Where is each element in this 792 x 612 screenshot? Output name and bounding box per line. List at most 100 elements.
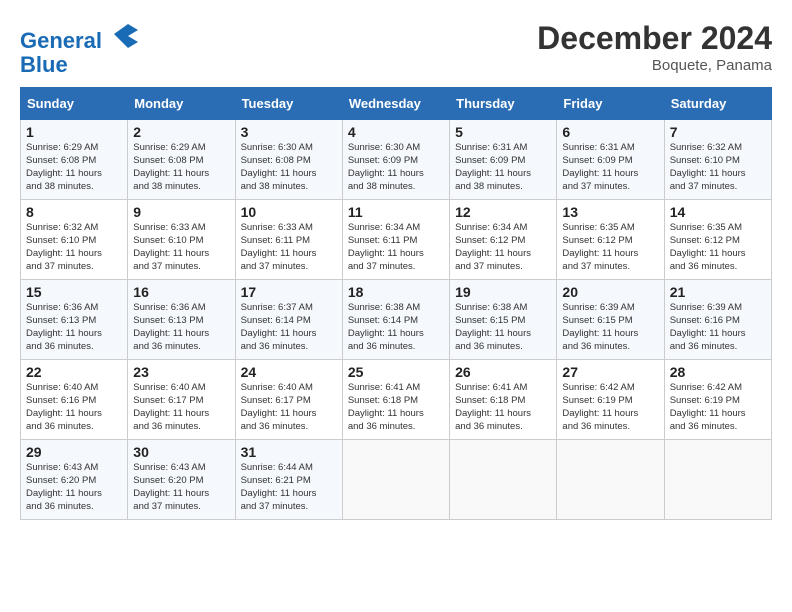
logo-blue: Blue xyxy=(20,52,68,77)
calendar-cell: 13 Sunrise: 6:35 AM Sunset: 6:12 PM Dayli… xyxy=(557,200,664,280)
header-thursday: Thursday xyxy=(450,88,557,120)
calendar-cell: 2 Sunrise: 6:29 AM Sunset: 6:08 PM Daylig… xyxy=(128,120,235,200)
day-info: Sunrise: 6:40 AM Sunset: 6:17 PM Dayligh… xyxy=(241,382,337,433)
day-number: 3 xyxy=(241,124,337,140)
day-number: 22 xyxy=(26,364,122,380)
day-number: 20 xyxy=(562,284,658,300)
day-info: Sunrise: 6:30 AM Sunset: 6:08 PM Dayligh… xyxy=(241,142,337,193)
calendar-cell: 22 Sunrise: 6:40 AM Sunset: 6:16 PM Dayli… xyxy=(21,360,128,440)
calendar-cell: 24 Sunrise: 6:40 AM Sunset: 6:17 PM Dayli… xyxy=(235,360,342,440)
day-info: Sunrise: 6:43 AM Sunset: 6:20 PM Dayligh… xyxy=(26,462,122,513)
day-number: 23 xyxy=(133,364,229,380)
calendar-cell: 4 Sunrise: 6:30 AM Sunset: 6:09 PM Daylig… xyxy=(342,120,449,200)
calendar-cell: 7 Sunrise: 6:32 AM Sunset: 6:10 PM Daylig… xyxy=(664,120,771,200)
day-info: Sunrise: 6:37 AM Sunset: 6:14 PM Dayligh… xyxy=(241,302,337,353)
day-info: Sunrise: 6:32 AM Sunset: 6:10 PM Dayligh… xyxy=(670,142,766,193)
day-info: Sunrise: 6:36 AM Sunset: 6:13 PM Dayligh… xyxy=(26,302,122,353)
day-info: Sunrise: 6:38 AM Sunset: 6:15 PM Dayligh… xyxy=(455,302,551,353)
calendar-cell: 17 Sunrise: 6:37 AM Sunset: 6:14 PM Dayli… xyxy=(235,280,342,360)
day-number: 29 xyxy=(26,444,122,460)
page-header: General Blue December 2024 Boquete, Pana… xyxy=(20,20,772,77)
day-number: 17 xyxy=(241,284,337,300)
day-info: Sunrise: 6:31 AM Sunset: 6:09 PM Dayligh… xyxy=(562,142,658,193)
day-number: 2 xyxy=(133,124,229,140)
calendar-header-row: Sunday Monday Tuesday Wednesday Thursday… xyxy=(21,88,772,120)
day-number: 28 xyxy=(670,364,766,380)
day-number: 19 xyxy=(455,284,551,300)
logo-general: General xyxy=(20,28,102,53)
calendar-cell: 8 Sunrise: 6:32 AM Sunset: 6:10 PM Daylig… xyxy=(21,200,128,280)
calendar-week-row: 15Sunrise: 6:36 AM Sunset: 6:13 PM Dayli… xyxy=(21,280,772,360)
calendar-cell: 27 Sunrise: 6:42 AM Sunset: 6:19 PM Dayli… xyxy=(557,360,664,440)
day-info: Sunrise: 6:42 AM Sunset: 6:19 PM Dayligh… xyxy=(670,382,766,433)
day-info: Sunrise: 6:32 AM Sunset: 6:10 PM Dayligh… xyxy=(26,222,122,273)
calendar-cell: 16 Sunrise: 6:36 AM Sunset: 6:13 PM Dayli… xyxy=(128,280,235,360)
header-saturday: Saturday xyxy=(664,88,771,120)
calendar-cell: 25Sunrise: 6:41 AM Sunset: 6:18 PM Dayli… xyxy=(342,360,449,440)
day-number: 26 xyxy=(455,364,551,380)
logo-bird-icon xyxy=(110,20,142,48)
calendar-week-row: 29 Sunrise: 6:43 AM Sunset: 6:20 PM Dayli… xyxy=(21,440,772,520)
day-number: 27 xyxy=(562,364,658,380)
day-info: Sunrise: 6:35 AM Sunset: 6:12 PM Dayligh… xyxy=(670,222,766,273)
calendar-cell: 23Sunrise: 6:40 AM Sunset: 6:17 PM Dayli… xyxy=(128,360,235,440)
calendar-cell: 18 Sunrise: 6:38 AM Sunset: 6:14 PM Dayli… xyxy=(342,280,449,360)
day-number: 4 xyxy=(348,124,444,140)
calendar-cell: 9 Sunrise: 6:33 AM Sunset: 6:10 PM Daylig… xyxy=(128,200,235,280)
header-sunday: Sunday xyxy=(21,88,128,120)
day-info: Sunrise: 6:36 AM Sunset: 6:13 PM Dayligh… xyxy=(133,302,229,353)
calendar-cell xyxy=(342,440,449,520)
day-info: Sunrise: 6:30 AM Sunset: 6:09 PM Dayligh… xyxy=(348,142,444,193)
day-info: Sunrise: 6:41 AM Sunset: 6:18 PM Dayligh… xyxy=(455,382,551,433)
day-number: 6 xyxy=(562,124,658,140)
day-number: 12 xyxy=(455,204,551,220)
day-info: Sunrise: 6:29 AM Sunset: 6:08 PM Dayligh… xyxy=(133,142,229,193)
calendar-cell: 3 Sunrise: 6:30 AM Sunset: 6:08 PM Daylig… xyxy=(235,120,342,200)
header-monday: Monday xyxy=(128,88,235,120)
header-wednesday: Wednesday xyxy=(342,88,449,120)
calendar-week-row: 8 Sunrise: 6:32 AM Sunset: 6:10 PM Daylig… xyxy=(21,200,772,280)
day-number: 16 xyxy=(133,284,229,300)
calendar-cell: 6 Sunrise: 6:31 AM Sunset: 6:09 PM Daylig… xyxy=(557,120,664,200)
day-info: Sunrise: 6:39 AM Sunset: 6:15 PM Dayligh… xyxy=(562,302,658,353)
calendar-cell: 30Sunrise: 6:43 AM Sunset: 6:20 PM Dayli… xyxy=(128,440,235,520)
day-info: Sunrise: 6:38 AM Sunset: 6:14 PM Dayligh… xyxy=(348,302,444,353)
day-info: Sunrise: 6:34 AM Sunset: 6:11 PM Dayligh… xyxy=(348,222,444,273)
calendar-week-row: 1 Sunrise: 6:29 AM Sunset: 6:08 PM Daylig… xyxy=(21,120,772,200)
header-tuesday: Tuesday xyxy=(235,88,342,120)
day-number: 7 xyxy=(670,124,766,140)
calendar-cell: 12Sunrise: 6:34 AM Sunset: 6:12 PM Dayli… xyxy=(450,200,557,280)
calendar-cell: 14 Sunrise: 6:35 AM Sunset: 6:12 PM Dayli… xyxy=(664,200,771,280)
day-info: Sunrise: 6:29 AM Sunset: 6:08 PM Dayligh… xyxy=(26,142,122,193)
day-number: 14 xyxy=(670,204,766,220)
calendar-cell: 10 Sunrise: 6:33 AM Sunset: 6:11 PM Dayli… xyxy=(235,200,342,280)
calendar-cell: 11 Sunrise: 6:34 AM Sunset: 6:11 PM Dayli… xyxy=(342,200,449,280)
header-friday: Friday xyxy=(557,88,664,120)
day-number: 18 xyxy=(348,284,444,300)
day-info: Sunrise: 6:44 AM Sunset: 6:21 PM Dayligh… xyxy=(241,462,337,513)
day-number: 8 xyxy=(26,204,122,220)
day-info: Sunrise: 6:40 AM Sunset: 6:16 PM Dayligh… xyxy=(26,382,122,433)
day-number: 9 xyxy=(133,204,229,220)
calendar-cell: 1 Sunrise: 6:29 AM Sunset: 6:08 PM Daylig… xyxy=(21,120,128,200)
day-info: Sunrise: 6:33 AM Sunset: 6:11 PM Dayligh… xyxy=(241,222,337,273)
day-info: Sunrise: 6:42 AM Sunset: 6:19 PM Dayligh… xyxy=(562,382,658,433)
calendar-cell: 21Sunrise: 6:39 AM Sunset: 6:16 PM Dayli… xyxy=(664,280,771,360)
calendar-cell: 20 Sunrise: 6:39 AM Sunset: 6:15 PM Dayli… xyxy=(557,280,664,360)
day-info: Sunrise: 6:35 AM Sunset: 6:12 PM Dayligh… xyxy=(562,222,658,273)
calendar-cell: 15Sunrise: 6:36 AM Sunset: 6:13 PM Dayli… xyxy=(21,280,128,360)
title-area: December 2024 Boquete, Panama xyxy=(537,20,772,74)
day-info: Sunrise: 6:33 AM Sunset: 6:10 PM Dayligh… xyxy=(133,222,229,273)
calendar-cell: 5 Sunrise: 6:31 AM Sunset: 6:09 PM Daylig… xyxy=(450,120,557,200)
day-number: 21 xyxy=(670,284,766,300)
calendar-cell: 31Sunrise: 6:44 AM Sunset: 6:21 PM Dayli… xyxy=(235,440,342,520)
day-number: 25 xyxy=(348,364,444,380)
day-number: 5 xyxy=(455,124,551,140)
day-info: Sunrise: 6:31 AM Sunset: 6:09 PM Dayligh… xyxy=(455,142,551,193)
day-number: 24 xyxy=(241,364,337,380)
location: Boquete, Panama xyxy=(537,57,772,74)
day-number: 13 xyxy=(562,204,658,220)
day-number: 11 xyxy=(348,204,444,220)
day-number: 10 xyxy=(241,204,337,220)
day-number: 1 xyxy=(26,124,122,140)
